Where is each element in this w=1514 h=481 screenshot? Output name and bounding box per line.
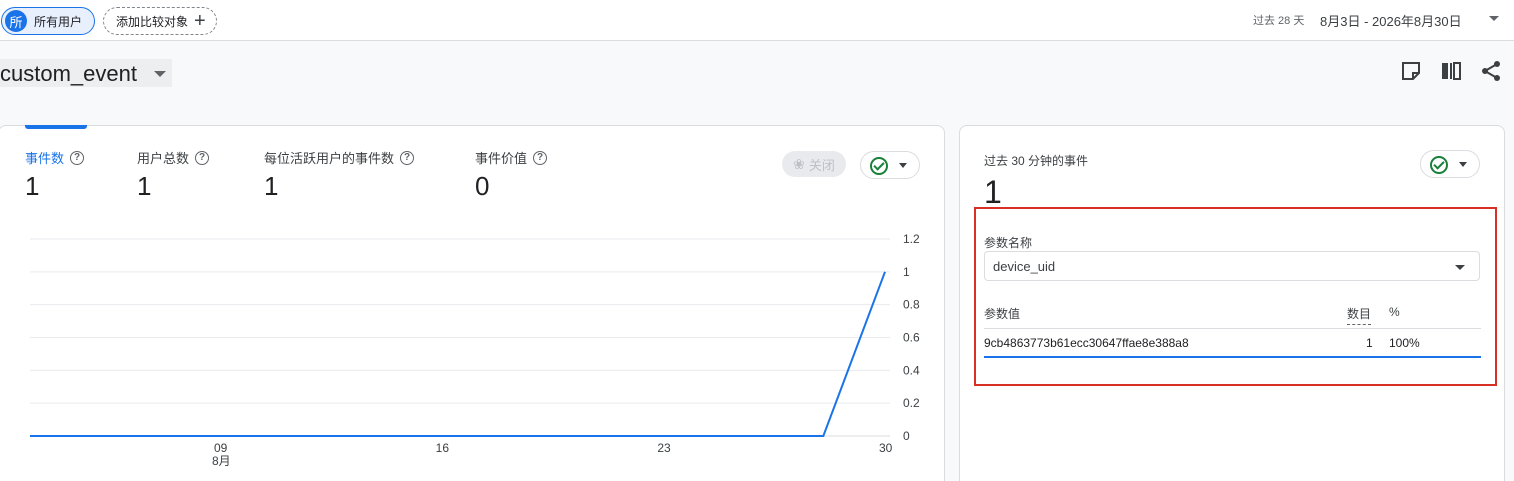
check-circle-icon	[1430, 156, 1448, 174]
metric-value: 1	[137, 171, 152, 201]
x-tick-sublabel: 8月	[212, 454, 231, 468]
metric-label: 每位活跃用户的事件数	[264, 151, 395, 166]
x-tick-label: 09	[214, 441, 228, 455]
chevron-down-icon	[899, 163, 907, 168]
event-count-chart: 0 0.2 0.4 0.6 0.8 1 1.2 098月 16 23 30	[30, 232, 920, 468]
metric-tab-event-count[interactable]: 事件数 ? 1	[25, 148, 85, 202]
help-icon[interactable]: ?	[70, 150, 85, 165]
active-tab-indicator	[25, 125, 87, 129]
page-title: custom_event	[0, 61, 137, 86]
series-line	[30, 271, 886, 437]
help-icon[interactable]: ?	[400, 150, 415, 165]
plus-icon: +	[194, 10, 206, 32]
realtime-value: 1	[984, 174, 1002, 210]
metric-label: 事件数	[25, 151, 65, 166]
y-tick-label: 0	[903, 429, 910, 443]
ribbon-icon: ❀	[793, 155, 805, 172]
add-comparison-button[interactable]: 添加比较对象 +	[103, 7, 217, 35]
realtime-status-dropdown[interactable]	[1420, 150, 1480, 178]
y-tick-label: 0.6	[903, 331, 920, 345]
metric-tab-event-value[interactable]: 事件价值 ? 0	[475, 148, 548, 202]
metric-tab-events-per-user[interactable]: 每位活跃用户的事件数 ? 1	[264, 148, 415, 202]
check-circle-icon	[870, 157, 888, 175]
realtime-title: 过去 30 分钟的事件	[984, 154, 1089, 168]
row-selected-indicator	[984, 356, 1481, 358]
x-tick-label: 16	[436, 441, 450, 455]
table-header-divider	[984, 328, 1481, 329]
compare-status-dropdown[interactable]	[860, 151, 920, 179]
param-name-label: 参数名称	[984, 236, 1033, 250]
close-insights-button[interactable]: ❀ 关闭	[782, 151, 846, 177]
note-icon[interactable]	[1400, 60, 1422, 82]
share-icon[interactable]	[1480, 60, 1502, 82]
date-range-picker[interactable]: 8月3日 - 2026年8月30日	[1320, 11, 1462, 30]
column-header-count[interactable]: 数目	[1347, 305, 1372, 325]
metric-value: 1	[25, 171, 40, 201]
metric-tab-total-users[interactable]: 用户总数 ? 1	[137, 148, 210, 202]
chevron-down-icon[interactable]	[154, 71, 166, 77]
y-tick-label: 1.2	[903, 232, 920, 246]
x-tick-label: 30	[879, 441, 893, 455]
chevron-down-icon	[1459, 162, 1467, 167]
help-icon[interactable]: ?	[533, 150, 548, 165]
compare-columns-icon[interactable]	[1440, 60, 1462, 82]
metric-value: 0	[475, 171, 490, 201]
y-tick-label: 0.8	[903, 298, 920, 312]
metric-label: 事件价值	[475, 151, 528, 166]
top-bar: 所 所有用户 添加比较对象 + 过去 28 天 8月3日 - 2026年8月30…	[0, 0, 1514, 41]
chevron-down-icon[interactable]	[1489, 16, 1499, 21]
all-users-label: 所有用户	[34, 14, 83, 29]
all-users-chip[interactable]: 所 所有用户	[1, 7, 95, 35]
metric-value: 1	[264, 171, 279, 201]
row-param-value: 9cb4863773b61ecc30647ffae8e388a8	[984, 336, 1189, 350]
row-percent: 100%	[1389, 336, 1420, 350]
close-label: 关闭	[808, 157, 835, 173]
chevron-down-icon	[1455, 265, 1465, 270]
param-name-select[interactable]: device_uid	[984, 251, 1480, 281]
y-tick-label: 1	[903, 265, 910, 279]
column-header-value: 参数值	[984, 307, 1021, 321]
highlight-box	[974, 207, 1497, 386]
param-selected-value: device_uid	[993, 259, 1056, 274]
metric-label: 用户总数	[137, 151, 190, 166]
row-count: 1	[1366, 336, 1373, 350]
audience-badge: 所	[5, 10, 27, 32]
help-icon[interactable]: ?	[195, 150, 210, 165]
x-tick-label: 23	[657, 441, 671, 455]
column-header-percent: %	[1389, 305, 1400, 319]
add-comparison-label: 添加比较对象	[116, 14, 189, 29]
y-tick-label: 0.2	[903, 396, 920, 410]
date-range-prefix: 过去 28 天	[1253, 15, 1305, 27]
y-tick-label: 0.4	[903, 363, 920, 377]
